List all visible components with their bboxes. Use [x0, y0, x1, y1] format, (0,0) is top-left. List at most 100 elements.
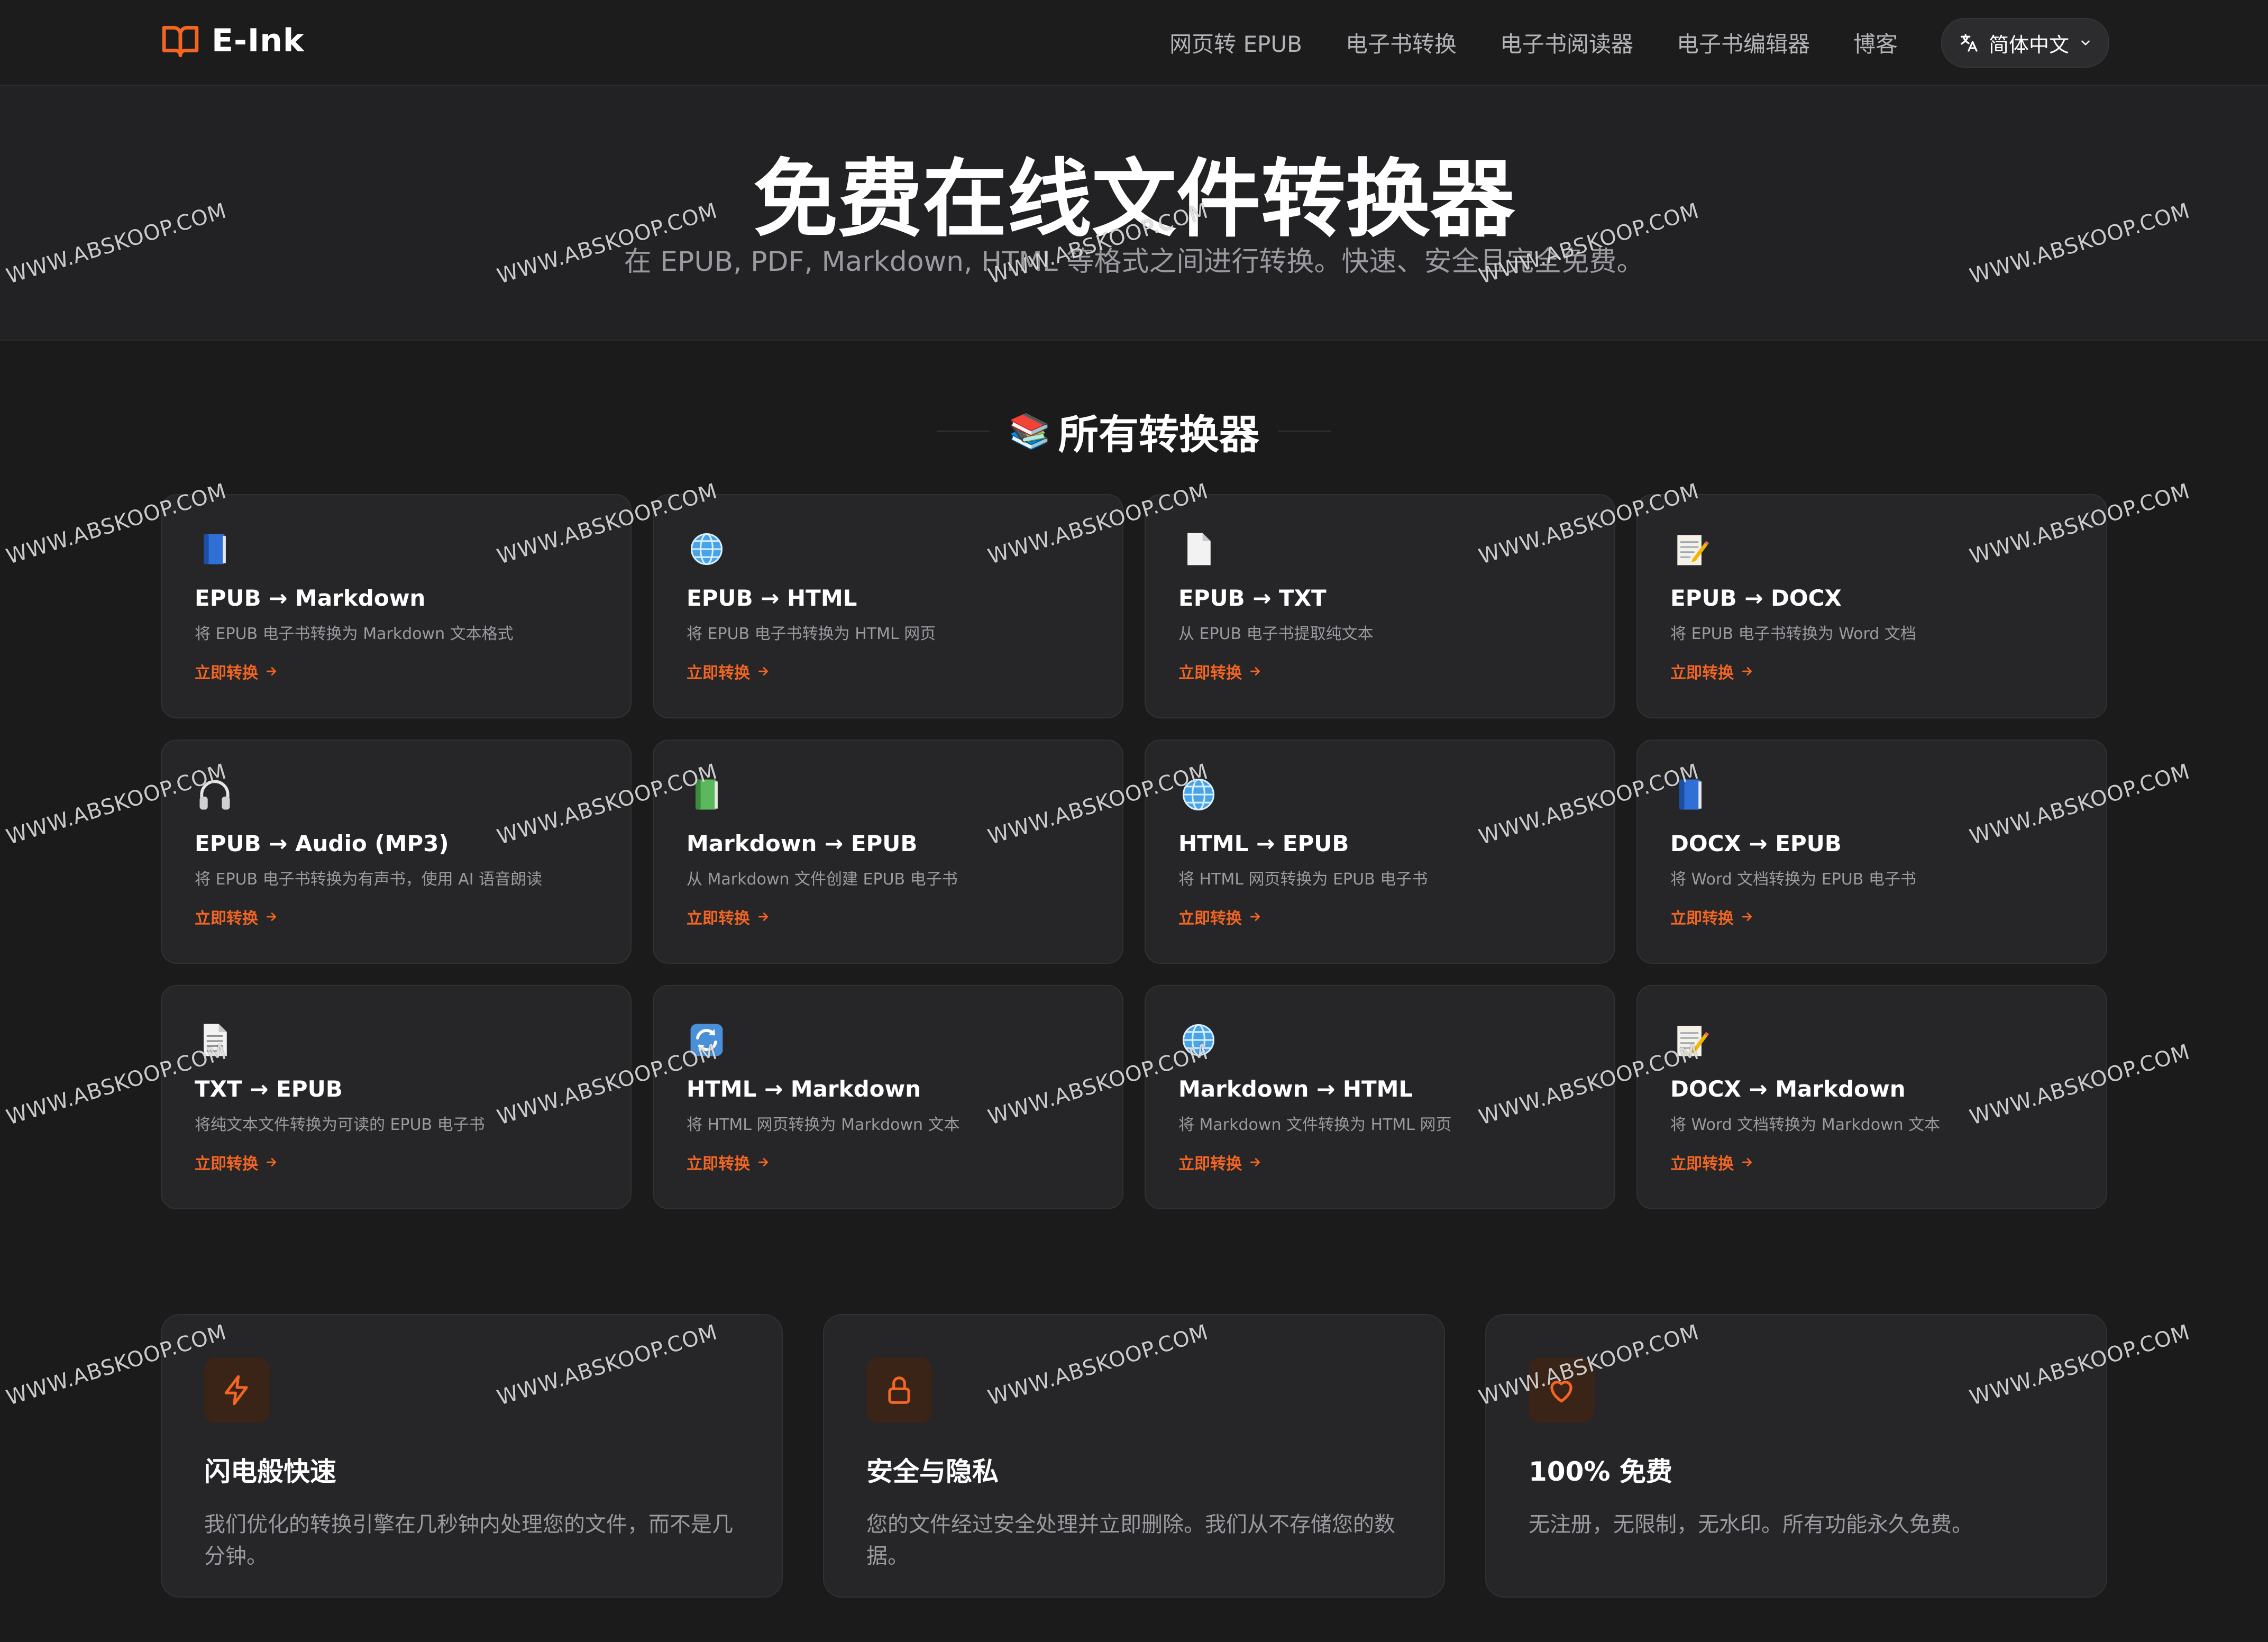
convert-now-link[interactable]: 立即转换	[1670, 905, 1754, 928]
converter-description: 将 EPUB 电子书转换为 Markdown 文本格式	[195, 625, 514, 643]
nav-item-blog[interactable]: 博客	[1853, 26, 1898, 59]
arrow-right-icon	[1250, 913, 1260, 921]
nav-item-ebook-editor[interactable]: 电子书编辑器	[1677, 26, 1810, 59]
green-book-icon	[696, 779, 718, 810]
converter-card-html-markdown[interactable]: HTML → Markdown 将 HTML 网页转换为 Markdown 文本…	[653, 985, 1123, 1209]
lightning-icon	[224, 1375, 248, 1406]
feature-description: 您的文件经过安全处理并立即删除。我们从不存储您的数据。	[866, 1512, 1395, 1568]
feature-description: 我们优化的转换引擎在几秒钟内处理您的文件，而不是几分钟。	[204, 1512, 733, 1568]
converter-description: 将 Word 文档转换为 Markdown 文本	[1670, 1116, 1941, 1134]
convert-now-link[interactable]: 立即转换	[195, 905, 278, 928]
arrow-right-icon	[1742, 913, 1752, 921]
nav-item-web-to-epub[interactable]: 网页转 EPUB	[1169, 26, 1302, 59]
converter-card-docx-epub[interactable]: DOCX → EPUB 将 Word 文档转换为 EPUB 电子书 立即转换	[1636, 740, 2107, 964]
page-icon	[1187, 533, 1211, 565]
convert-now-link[interactable]: 立即转换	[195, 660, 278, 683]
convert-now-link[interactable]: 立即转换	[1178, 660, 1262, 683]
converter-title: Markdown → HTML	[1178, 1076, 1413, 1102]
convert-now-link[interactable]: 立即转换	[195, 1151, 278, 1174]
convert-now-link[interactable]: 立即转换	[1178, 905, 1262, 928]
hero-section: 免费在线文件转换器 在 EPUB, PDF, Markdown, HTML 等格…	[0, 86, 2268, 341]
convert-now-label: 立即转换	[1178, 909, 1242, 928]
chevron-down-icon	[2081, 40, 2090, 45]
converter-card-epub-markdown[interactable]: EPUB → Markdown 将 EPUB 电子书转换为 Markdown 文…	[161, 494, 632, 718]
convert-now-label: 立即转换	[1670, 1155, 1734, 1173]
converter-card-epub-audio[interactable]: EPUB → Audio (MP3) 将 EPUB 电子书转换为有声书，使用 A…	[161, 740, 632, 964]
converter-description: 将 EPUB 电子书转换为 Word 文档	[1670, 625, 1916, 643]
converter-title: EPUB → DOCX	[1670, 585, 1842, 611]
arrow-right-icon	[267, 667, 276, 676]
converter-grid: EPUB → Markdown 将 EPUB 电子书转换为 Markdown 文…	[161, 494, 2107, 1209]
section-title-text: 所有转换器	[1058, 411, 1259, 458]
converter-description: 将 HTML 网页转换为 Markdown 文本	[687, 1116, 960, 1134]
feature-title: 100% 免费	[1529, 1456, 1672, 1487]
arrow-right-icon	[267, 913, 276, 921]
arrow-right-icon	[1250, 667, 1260, 676]
divider	[937, 431, 990, 432]
main-nav: 网页转 EPUB 电子书转换 电子书阅读器 电子书编辑器 博客	[1169, 26, 1898, 59]
convert-now-link[interactable]: 立即转换	[1670, 660, 1754, 683]
refresh-icon	[690, 1024, 723, 1056]
arrow-right-icon	[1742, 1158, 1752, 1166]
converter-title: HTML → Markdown	[687, 1076, 921, 1102]
feature-title: 闪电般快速	[204, 1456, 336, 1487]
site-logo[interactable]: E-Ink	[161, 21, 305, 60]
hero-title: 免费在线文件转换器	[753, 150, 1515, 249]
converter-description: 将 HTML 网页转换为 EPUB 电子书	[1178, 870, 1428, 889]
language-label: 简体中文	[1988, 33, 2069, 57]
arrow-right-icon	[758, 913, 768, 921]
converter-title: TXT → EPUB	[195, 1076, 343, 1102]
feature-card-free: 100% 免费 无注册，无限制，无水印。所有功能永久免费。	[1485, 1314, 2107, 1598]
nav-item-ebook-reader[interactable]: 电子书阅读器	[1500, 26, 1633, 59]
converter-title: Markdown → EPUB	[687, 831, 918, 856]
logo-text: E-Ink	[212, 22, 305, 59]
globe-icon	[1182, 778, 1215, 811]
converter-title: EPUB → Markdown	[195, 585, 426, 611]
converter-title: HTML → EPUB	[1178, 831, 1349, 856]
translate-icon	[1960, 34, 1978, 52]
lock-icon	[888, 1376, 910, 1404]
convert-now-label: 立即转换	[1670, 664, 1734, 682]
convert-now-link[interactable]: 立即转换	[1178, 1151, 1262, 1174]
nav-item-ebook-converter[interactable]: 电子书转换	[1346, 26, 1457, 59]
hero-subtitle: 在 EPUB, PDF, Markdown, HTML 等格式之间进行转换。快速…	[624, 246, 1644, 278]
arrow-right-icon	[758, 1158, 768, 1166]
converter-description: 将 EPUB 电子书转换为有声书，使用 AI 语音朗读	[195, 870, 543, 889]
converter-card-markdown-epub[interactable]: Markdown → EPUB 从 Markdown 文件创建 EPUB 电子书…	[653, 740, 1123, 964]
converter-description: 将 Word 文档转换为 EPUB 电子书	[1670, 870, 1916, 889]
heart-icon	[1550, 1381, 1572, 1403]
converter-title: EPUB → HTML	[687, 585, 857, 611]
feature-description: 无注册，无限制，无水印。所有功能永久免费。	[1529, 1512, 1973, 1537]
convert-now-link[interactable]: 立即转换	[687, 660, 770, 683]
convert-now-link[interactable]: 立即转换	[687, 1151, 770, 1174]
books-icon: 📚	[1009, 412, 1051, 451]
converter-card-markdown-html[interactable]: Markdown → HTML 将 Markdown 文件转换为 HTML 网页…	[1145, 985, 1615, 1209]
converter-card-html-epub[interactable]: HTML → EPUB 将 HTML 网页转换为 EPUB 电子书 立即转换	[1145, 740, 1615, 964]
converter-card-epub-html[interactable]: EPUB → HTML 将 EPUB 电子书转换为 HTML 网页 立即转换	[653, 494, 1123, 718]
convert-now-label: 立即转换	[1178, 1155, 1242, 1173]
converter-description: 将 EPUB 电子书转换为 HTML 网页	[687, 625, 936, 643]
convert-now-link[interactable]: 立即转换	[687, 905, 770, 928]
convert-now-link[interactable]: 立即转换	[1670, 1151, 1754, 1174]
feature-title: 安全与隐私	[866, 1456, 999, 1487]
converter-title: EPUB → TXT	[1178, 585, 1327, 611]
open-book-icon	[162, 25, 199, 58]
blue-book-icon	[204, 534, 226, 564]
converter-card-txt-epub[interactable]: TXT → EPUB 将纯文本文件转换为可读的 EPUB 电子书 立即转换	[161, 985, 632, 1209]
converter-card-epub-txt[interactable]: EPUB → TXT 从 EPUB 电子书提取纯文本 立即转换	[1145, 494, 1615, 718]
divider	[1278, 431, 1331, 432]
converter-title: DOCX → Markdown	[1670, 1076, 1906, 1102]
converter-description: 将纯文本文件转换为可读的 EPUB 电子书	[195, 1116, 485, 1134]
feature-icon-box	[866, 1357, 932, 1423]
arrow-right-icon	[267, 1158, 276, 1166]
converter-description: 将 Markdown 文件转换为 HTML 网页	[1178, 1116, 1452, 1134]
converter-card-docx-markdown[interactable]: DOCX → Markdown 将 Word 文档转换为 Markdown 文本…	[1636, 985, 2107, 1209]
convert-now-label: 立即转换	[687, 909, 750, 928]
memo-icon	[1677, 1026, 1709, 1056]
headphones-icon	[199, 780, 230, 810]
language-selector[interactable]: 简体中文	[1941, 18, 2109, 68]
converter-card-epub-docx[interactable]: EPUB → DOCX 将 EPUB 电子书转换为 Word 文档 立即转换	[1636, 494, 2107, 718]
feature-card-fast: 闪电般快速 我们优化的转换引擎在几秒钟内处理您的文件，而不是几分钟。	[161, 1314, 783, 1598]
convert-now-label: 立即转换	[687, 1155, 750, 1173]
blue-book-icon	[1679, 779, 1702, 810]
